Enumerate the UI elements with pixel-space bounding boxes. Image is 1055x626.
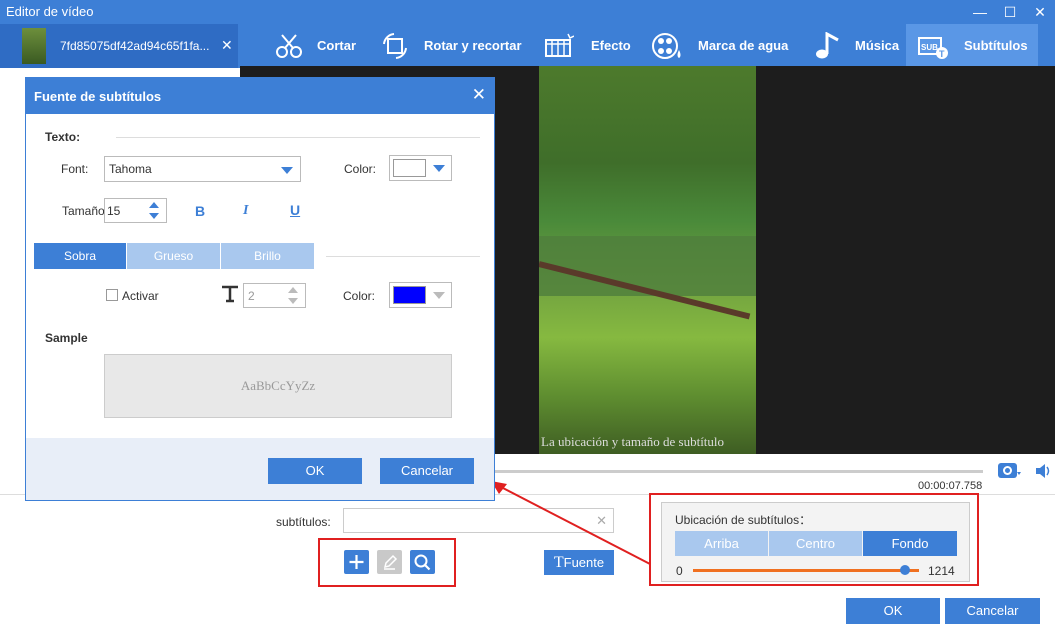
shadow-size-value: 2 bbox=[248, 289, 255, 303]
text-size-icon bbox=[222, 285, 238, 303]
chevron-down-icon bbox=[433, 165, 445, 172]
italic-button[interactable]: I bbox=[243, 203, 248, 219]
font-select[interactable]: Tahoma bbox=[104, 156, 301, 182]
sample-preview: AaBbCcYyZz bbox=[104, 354, 452, 418]
tool-efecto[interactable]: Efecto bbox=[542, 24, 642, 68]
tool-rotar[interactable]: Rotar y recortar bbox=[378, 24, 528, 68]
location-centro[interactable]: Centro bbox=[769, 531, 862, 556]
svg-text:T: T bbox=[939, 49, 945, 59]
video-thumbnail bbox=[22, 28, 46, 64]
tab-brillo[interactable]: Brillo bbox=[221, 243, 314, 269]
svg-text:SUB: SUB bbox=[921, 43, 938, 52]
location-slider-thumb[interactable] bbox=[900, 565, 910, 575]
annotation-arrow bbox=[491, 481, 651, 565]
shadow-color-label: Color: bbox=[343, 289, 376, 303]
ok-button[interactable]: OK bbox=[846, 598, 940, 624]
stepper-up-icon[interactable] bbox=[288, 287, 298, 293]
size-value: 15 bbox=[107, 204, 121, 218]
divider bbox=[326, 256, 480, 257]
scissors-icon bbox=[276, 34, 302, 58]
subtitles-label: subtítulos: bbox=[276, 515, 331, 529]
font-select-value: Tahoma bbox=[109, 162, 152, 176]
stepper-down-icon[interactable] bbox=[288, 298, 298, 304]
pencil-icon bbox=[383, 554, 398, 570]
tool-musica[interactable]: Música bbox=[810, 24, 900, 68]
location-arriba[interactable]: Arriba bbox=[675, 531, 768, 556]
tab-grueso[interactable]: Grueso bbox=[127, 243, 220, 269]
search-subtitle-button[interactable] bbox=[410, 550, 435, 574]
tool-label: Efecto bbox=[591, 38, 631, 53]
text-color-picker[interactable] bbox=[389, 155, 452, 181]
watermark-icon bbox=[652, 33, 681, 59]
text-section-title: Texto: bbox=[45, 130, 81, 144]
dialog-close-button[interactable]: ✕ bbox=[472, 85, 486, 105]
tool-label: Marca de agua bbox=[698, 38, 789, 53]
text-color-label: Color: bbox=[344, 162, 377, 176]
sample-text: AaBbCcYyZz bbox=[240, 378, 316, 393]
close-file-tab-button[interactable]: ✕ bbox=[221, 37, 233, 54]
divider bbox=[116, 137, 480, 138]
tool-label: Subtítulos bbox=[964, 38, 1028, 53]
add-subtitle-button[interactable] bbox=[344, 550, 369, 574]
stepper-up-icon[interactable] bbox=[149, 202, 159, 208]
activate-checkbox[interactable] bbox=[106, 289, 118, 301]
chevron-down-icon bbox=[433, 292, 445, 299]
volume-icon[interactable] bbox=[1035, 462, 1053, 480]
slider-min-value: 0 bbox=[676, 564, 683, 578]
location-fondo[interactable]: Fondo bbox=[863, 531, 957, 556]
text-color-swatch bbox=[393, 159, 426, 177]
size-label: Tamaño bbox=[62, 204, 105, 218]
dialog-title-bar: Fuente de subtítulos ✕ bbox=[26, 78, 494, 114]
bold-button[interactable]: B bbox=[195, 203, 205, 219]
dialog-title: Fuente de subtítulos bbox=[34, 89, 162, 104]
tool-label: Cortar bbox=[317, 38, 357, 53]
underline-button[interactable]: U bbox=[290, 202, 300, 218]
shadow-size-stepper[interactable]: 2 bbox=[243, 283, 306, 308]
search-icon bbox=[414, 554, 431, 571]
file-name: 7fd85075df42ad94c65f1fa... bbox=[60, 39, 210, 53]
video-subtitle-caption: La ubicación y tamaño de subtítulo bbox=[541, 434, 725, 449]
sample-label: Sample bbox=[45, 331, 88, 345]
tool-label: Música bbox=[855, 38, 900, 53]
title-bar: Editor de vídeo — ☐ ✕ bbox=[0, 0, 1055, 24]
location-title: Ubicación de subtítulos： bbox=[675, 513, 812, 527]
stepper-down-icon[interactable] bbox=[149, 213, 159, 219]
window-title: Editor de vídeo bbox=[6, 4, 94, 19]
slider-max-value: 1214 bbox=[928, 564, 955, 578]
tool-marca-de-agua[interactable]: Marca de agua bbox=[650, 24, 800, 68]
timecode: 00:00:07.758 bbox=[918, 480, 983, 492]
close-window-button[interactable]: ✕ bbox=[1026, 0, 1054, 24]
plus-icon bbox=[349, 555, 364, 569]
dialog-cancel-button[interactable]: Cancelar bbox=[380, 458, 474, 484]
playback-progress-bar[interactable] bbox=[495, 470, 983, 473]
chevron-down-icon bbox=[281, 167, 293, 174]
camera-icon[interactable] bbox=[997, 460, 1021, 480]
font-dialog: Fuente de subtítulos ✕ Texto: Font: Taho… bbox=[25, 77, 495, 501]
tab-sobra[interactable]: Sobra bbox=[34, 243, 126, 269]
toolbar: 7fd85075df42ad94c65f1fa... ✕ Cortar Rota… bbox=[0, 24, 1055, 68]
shadow-color-swatch bbox=[393, 286, 426, 304]
tool-label: Rotar y recortar bbox=[424, 38, 522, 53]
font-label: Font: bbox=[61, 162, 89, 176]
music-icon bbox=[816, 32, 839, 59]
video-preview: La ubicación y tamaño de subtítulo bbox=[539, 66, 756, 454]
maximize-button[interactable]: ☐ bbox=[996, 0, 1024, 24]
edit-subtitle-button[interactable] bbox=[377, 550, 402, 574]
dialog-ok-button[interactable]: OK bbox=[268, 458, 362, 484]
cancel-button[interactable]: Cancelar bbox=[945, 598, 1040, 624]
file-tab[interactable]: 7fd85075df42ad94c65f1fa... ✕ bbox=[0, 24, 238, 68]
tool-cortar[interactable]: Cortar bbox=[270, 24, 370, 68]
tool-subtitulos[interactable]: SUB T Subtítulos bbox=[906, 24, 1038, 68]
location-slider-track[interactable] bbox=[693, 569, 919, 572]
size-stepper[interactable]: 15 bbox=[104, 198, 167, 223]
subtitle-icon: SUB T bbox=[918, 37, 948, 59]
effect-icon bbox=[545, 33, 574, 57]
rotate-crop-icon bbox=[383, 33, 407, 59]
activate-label: Activar bbox=[122, 289, 159, 303]
minimize-button[interactable]: — bbox=[966, 0, 994, 24]
shadow-color-picker[interactable] bbox=[389, 282, 452, 308]
